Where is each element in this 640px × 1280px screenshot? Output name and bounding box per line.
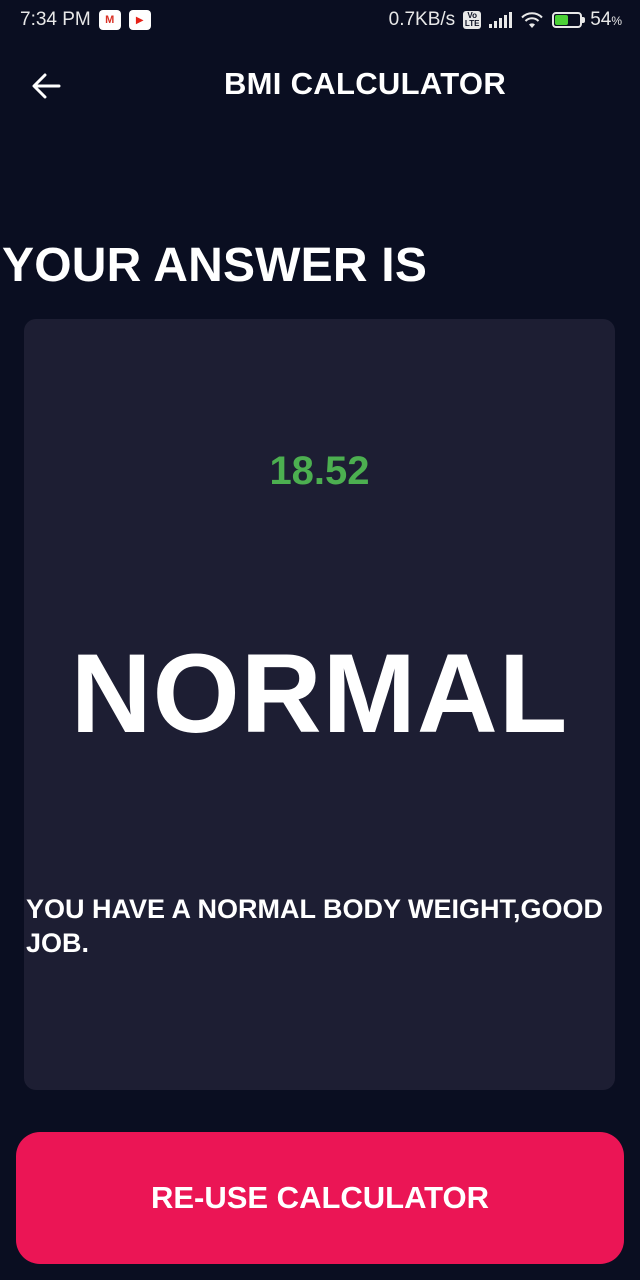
battery-level-fill (555, 15, 569, 25)
bmi-value: 18.52 (269, 449, 370, 493)
app-bar: BMI CALCULATOR (0, 40, 640, 132)
reuse-calculator-button[interactable]: RE-USE CALCULATOR (16, 1132, 624, 1264)
bmi-status: NORMAL (70, 631, 569, 756)
status-time: 7:34 PM (20, 9, 91, 30)
signal-icon (489, 12, 513, 28)
bmi-message: YOU HAVE A NORMAL BODY WEIGHT,GOOD JOB. (26, 894, 604, 958)
volte-icon: Vo LTE (463, 11, 482, 29)
network-speed: 0.7KB/s (388, 9, 456, 30)
youtube-icon: ▶ (128, 10, 151, 30)
status-right: 0.7KB/s Vo LTE 54% (389, 9, 622, 31)
result-card: 18.52 NORMAL YOU HAVE A NORMAL BODY WEIG… (24, 319, 615, 1090)
app-title: BMI CALCULATOR (223, 66, 507, 101)
status-left: 7:34 PM M ▶ (20, 9, 151, 31)
status-bar: 7:34 PM M ▶ 0.7KB/s Vo LTE 54% (0, 0, 640, 40)
battery-percent: 54% (590, 9, 622, 30)
answer-heading: YOUR ANSWER IS (2, 239, 428, 292)
gmail-icon: M (98, 10, 121, 30)
battery-charging-icon (552, 12, 586, 28)
wifi-icon (521, 12, 543, 28)
